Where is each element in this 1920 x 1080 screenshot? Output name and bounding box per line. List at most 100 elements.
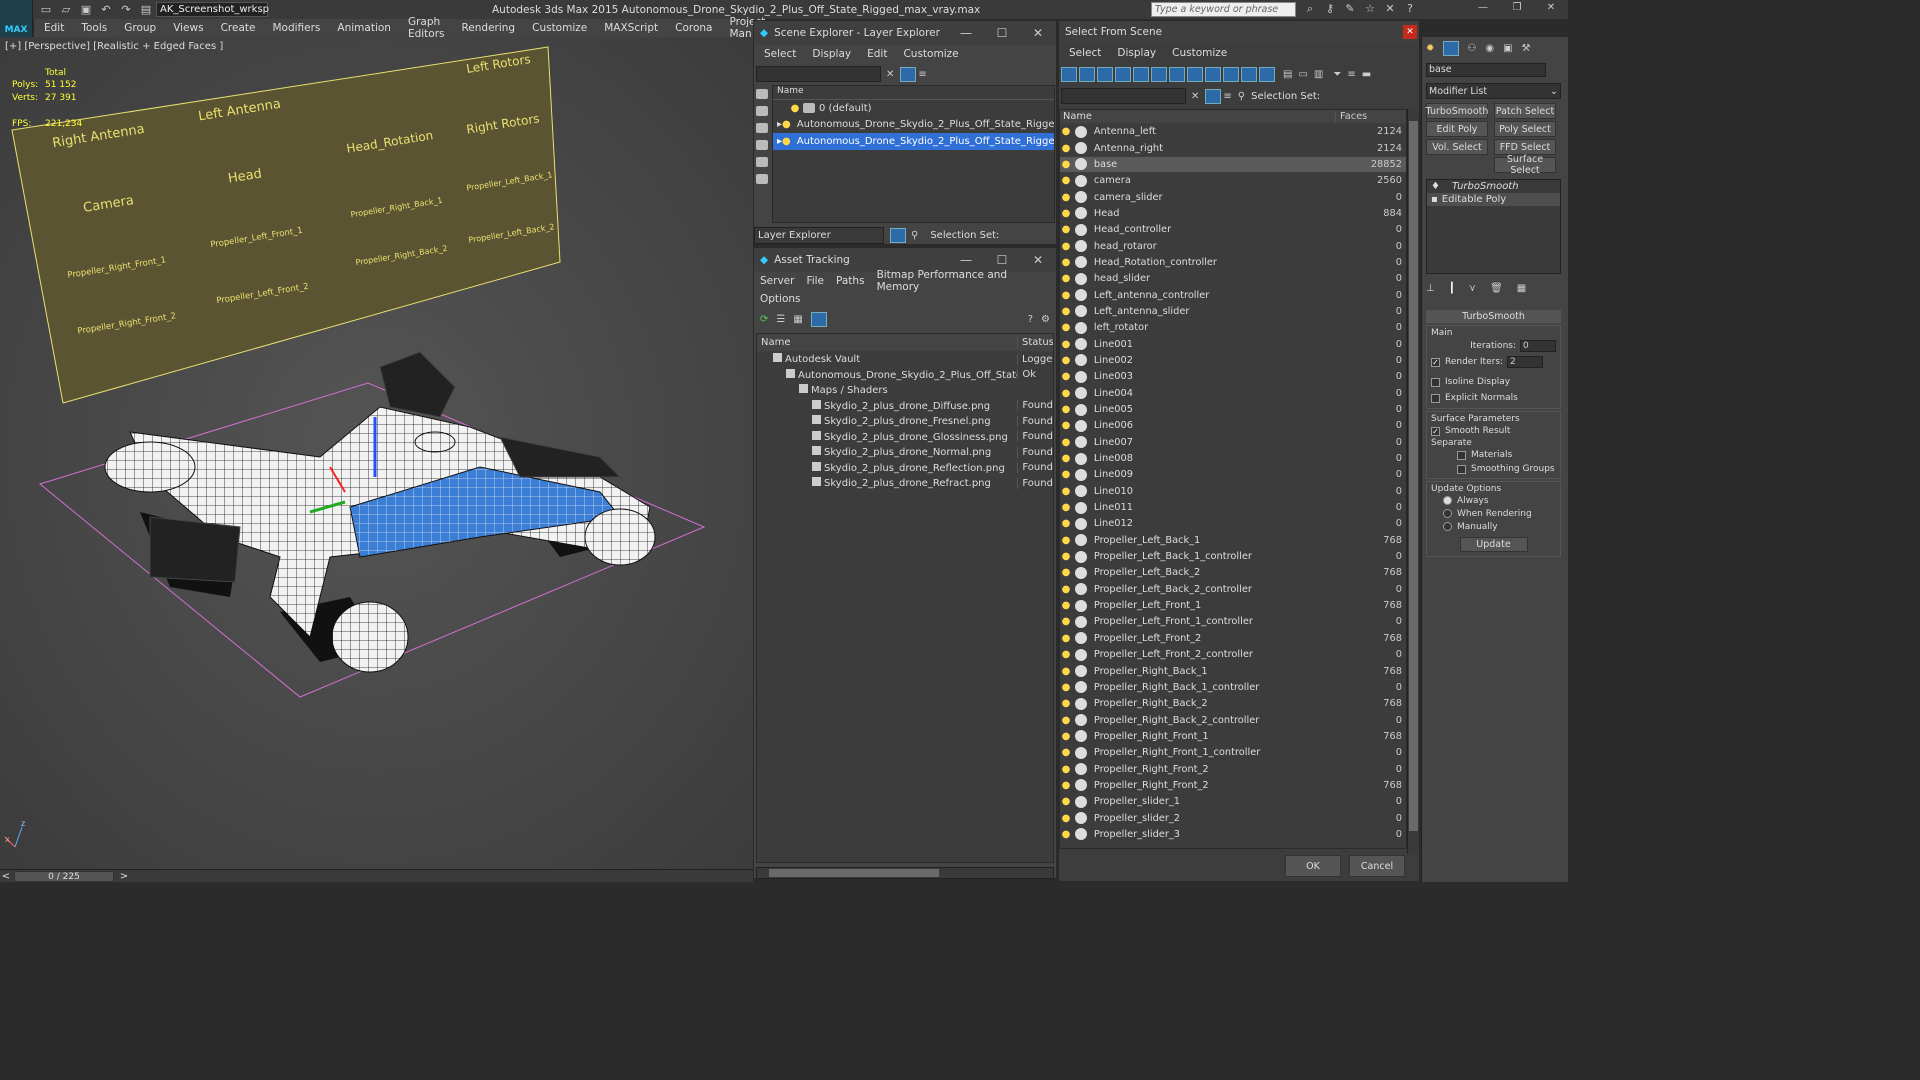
toolbar-shapes-icon[interactable] (756, 106, 768, 116)
find-input[interactable] (1061, 88, 1186, 104)
always-radio[interactable] (1443, 496, 1452, 505)
filter-bones-icon[interactable] (1205, 66, 1221, 82)
timeline[interactable]: < 0 / 225 > (0, 869, 753, 882)
object-row[interactable]: ● left_rotator 0 (1060, 320, 1406, 337)
render-iters-checkbox[interactable]: ✓ (1431, 357, 1440, 367)
visibility-bulb-icon[interactable]: ● (1060, 584, 1072, 595)
object-row[interactable]: ● Head 884 (1060, 206, 1406, 223)
close-button[interactable]: ✕ (1020, 26, 1056, 40)
iterations-spinner[interactable]: 0 (1520, 340, 1556, 352)
close-button[interactable]: ✕ (1020, 253, 1056, 267)
filter-hidden-icon[interactable] (1259, 66, 1275, 82)
column-header-status[interactable]: Status (1017, 337, 1053, 348)
object-row[interactable]: ● Propeller_slider_3 0 (1060, 827, 1406, 844)
settings-icon[interactable]: ⚙ (1041, 314, 1050, 325)
object-row[interactable]: ● Propeller_Right_Front_2 0 (1060, 761, 1406, 778)
object-row[interactable]: ● Line011 0 (1060, 500, 1406, 517)
clear-find-icon[interactable]: ✕ (1191, 91, 1199, 102)
asset-row[interactable]: Maps / Shaders (757, 383, 1053, 399)
redo-icon[interactable]: ↷ (119, 3, 133, 17)
menu-corona[interactable]: Corona (675, 22, 712, 34)
object-row[interactable]: ● Left_antenna_controller 0 (1060, 287, 1406, 304)
filter-spacewarps-icon[interactable] (1151, 66, 1167, 82)
utilities-tab-icon[interactable]: ⚒ (1522, 43, 1531, 54)
save-icon[interactable]: ▣ (79, 3, 93, 17)
filter-options-icon[interactable]: ≡ (1347, 69, 1355, 80)
filter-shapes-icon[interactable] (1079, 66, 1095, 82)
visibility-bulb-icon[interactable]: ● (782, 136, 791, 147)
column-header-name[interactable]: Name (773, 86, 1054, 100)
clear-search-icon[interactable]: ✕ (886, 69, 894, 80)
display-options-icon[interactable]: ▬ (1362, 69, 1371, 80)
toolbar-geometry-icon[interactable] (756, 89, 768, 99)
select-all-icon[interactable]: ▤ (1283, 69, 1292, 80)
filter-helpers-icon[interactable] (1133, 66, 1149, 82)
modify-tab-icon[interactable] (1443, 40, 1460, 56)
visibility-bulb-icon[interactable]: ● (1060, 469, 1072, 480)
project-folder-icon[interactable]: ▤ (139, 3, 153, 17)
visibility-bulb-icon[interactable]: ● (1060, 208, 1072, 219)
object-row[interactable]: ● Propeller_Right_Back_2_controller 0 (1060, 712, 1406, 729)
visibility-bulb-icon[interactable]: ● (1060, 600, 1072, 611)
menu-options[interactable]: Options (760, 293, 801, 305)
column-header-name[interactable]: Name (757, 337, 1017, 348)
asset-row[interactable]: Autodesk VaultLogged (757, 352, 1053, 368)
menu-views[interactable]: Views (173, 22, 203, 34)
menu-bitmap-performance[interactable]: Bitmap Performance and Memory (877, 269, 1040, 293)
layer-row-selected[interactable]: ▸ ● Autonomous_Drone_Skydio_2_Plus_Off_Sta… (773, 133, 1054, 150)
poly-select-button[interactable]: Poly Select (1494, 121, 1556, 137)
object-row[interactable]: ● Line007 0 (1060, 435, 1406, 451)
maximize-button[interactable]: ☐ (984, 26, 1020, 40)
time-slider[interactable]: 0 / 225 (14, 870, 114, 882)
menu-customize[interactable]: Customize (1172, 47, 1227, 59)
menu-customize[interactable]: Customize (903, 48, 958, 60)
thumbnail-view-icon[interactable]: ▦ (793, 314, 802, 325)
cancel-button[interactable]: Cancel (1349, 855, 1405, 877)
visibility-bulb-icon[interactable]: ● (1060, 715, 1072, 726)
object-row[interactable]: ● head_slider 0 (1060, 271, 1406, 288)
close-x-icon[interactable]: ✕ (1383, 2, 1397, 16)
update-button[interactable]: Update (1459, 537, 1528, 552)
smoothing-groups-checkbox[interactable] (1457, 464, 1466, 474)
object-row[interactable]: ● Propeller_Left_Front_1 768 (1060, 598, 1406, 615)
visibility-bulb-icon[interactable]: ● (1060, 682, 1072, 693)
toolbar-layers-icon[interactable] (756, 174, 768, 184)
app-logo[interactable]: MAX (0, 0, 33, 37)
visibility-bulb-icon[interactable]: ● (1060, 126, 1072, 137)
menu-edit[interactable]: Edit (867, 48, 887, 60)
menu-file[interactable]: File (806, 275, 824, 287)
object-row[interactable]: ● Line001 0 (1060, 336, 1406, 353)
visibility-bulb-icon[interactable]: ● (1060, 175, 1072, 186)
undo-icon[interactable]: ↶ (99, 3, 113, 17)
create-tab-icon[interactable]: ✹ (1426, 43, 1434, 54)
maximize-button[interactable]: ❐ (1500, 2, 1534, 13)
menu-display[interactable]: Display (812, 48, 851, 60)
lightbulb-icon[interactable]: ♦ (1431, 181, 1440, 192)
viewport-label[interactable]: [+] [Perspective] [Realistic + Edged Fac… (5, 41, 223, 52)
binoculars-icon[interactable]: ⌕ (1303, 2, 1317, 16)
layer-row[interactable]: ▸ ● Autonomous_Drone_Skydio_2_Plus_Off_Sta… (773, 117, 1054, 134)
object-row[interactable]: ● Line002 0 (1060, 353, 1406, 370)
visibility-bulb-icon[interactable]: ● (1060, 796, 1072, 807)
visibility-bulb-icon[interactable]: ● (789, 103, 801, 114)
list-view-icon[interactable]: ☰ (776, 314, 785, 325)
isoline-checkbox[interactable] (1431, 377, 1440, 387)
select-none-icon[interactable]: ▭ (1298, 69, 1307, 80)
object-row[interactable]: ● Propeller_Left_Back_2 768 (1060, 565, 1406, 582)
filter-funnel-icon[interactable]: ⏷ (1333, 69, 1341, 80)
menu-rendering[interactable]: Rendering (461, 22, 515, 34)
filter-groups-icon[interactable] (1169, 66, 1185, 82)
object-row[interactable]: ● Line012 0 (1060, 516, 1406, 533)
smooth-result-checkbox[interactable]: ✓ (1431, 426, 1440, 436)
asset-row[interactable]: Skydio_2_plus_drone_Reflection.png Found (757, 461, 1053, 476)
maximize-button[interactable]: ☐ (984, 253, 1020, 267)
render-iters-spinner[interactable]: 2 (1507, 356, 1544, 368)
when-rendering-radio[interactable] (1443, 509, 1452, 518)
visibility-bulb-icon[interactable]: ● (1060, 437, 1072, 448)
search-input[interactable]: Type a keyword or phrase (1151, 2, 1296, 17)
visibility-bulb-icon[interactable]: ● (1060, 290, 1072, 301)
toolbar-lights-icon[interactable] (756, 123, 768, 133)
visibility-bulb-icon[interactable]: ● (1060, 502, 1072, 513)
object-row[interactable]: ● Line005 0 (1060, 402, 1406, 419)
visibility-bulb-icon[interactable]: ● (1060, 535, 1072, 546)
